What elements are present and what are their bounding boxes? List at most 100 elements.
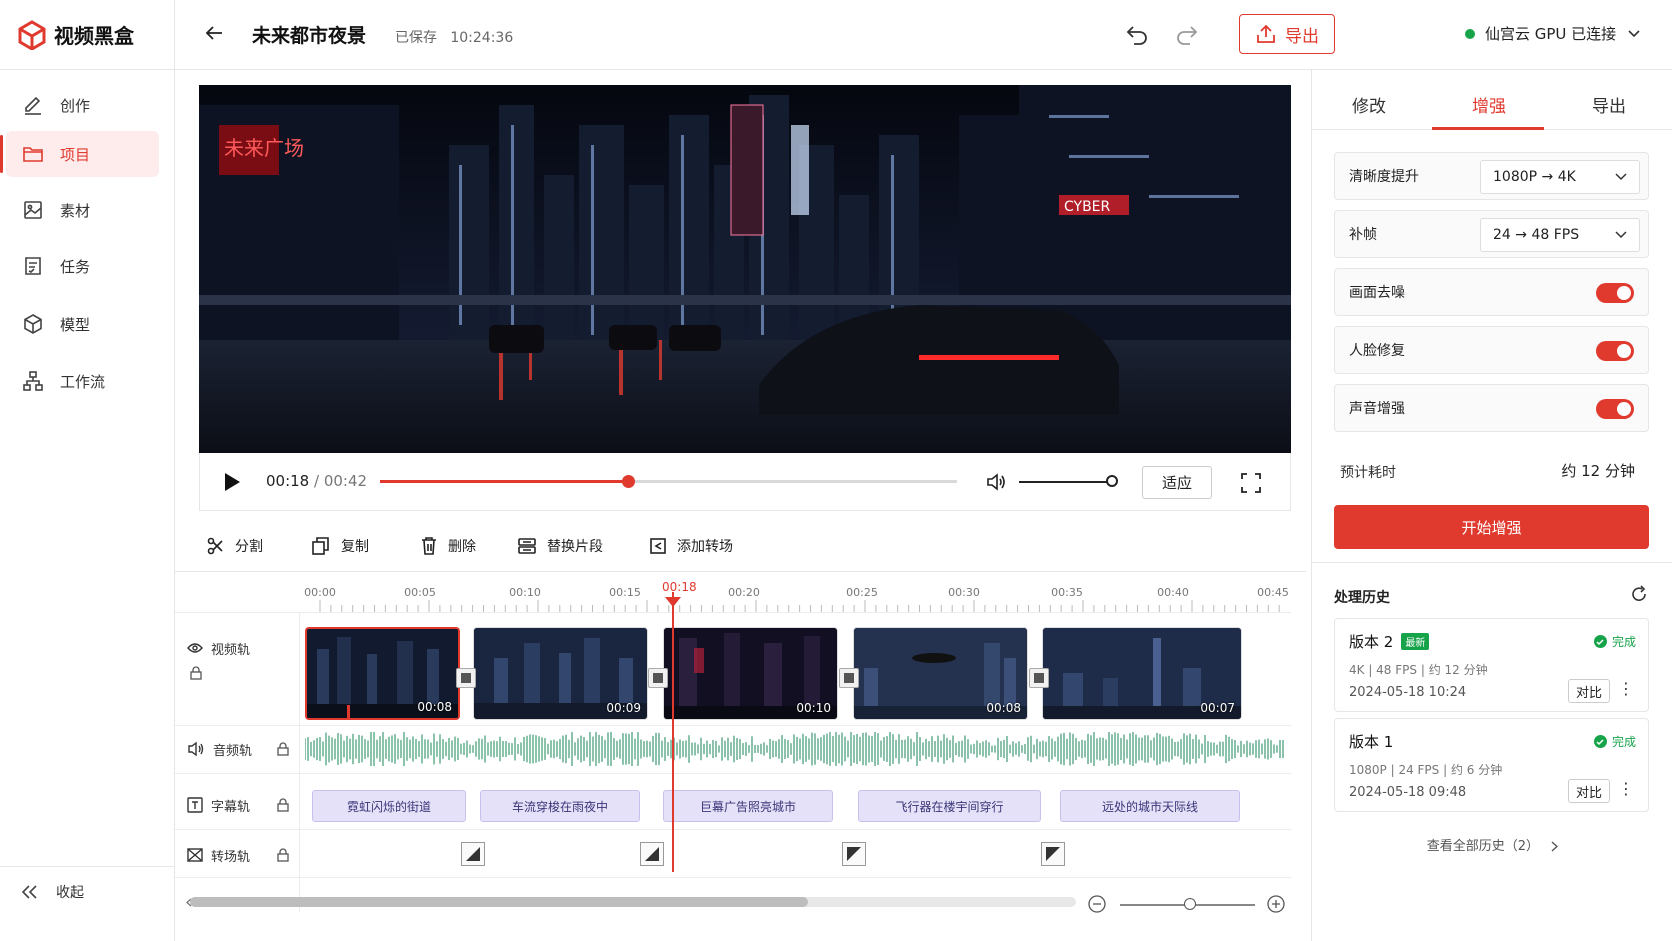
tab-enhance[interactable]: 增强 — [1472, 92, 1506, 117]
eye-icon[interactable] — [187, 642, 203, 654]
version-spec: 1080P | 24 FPS | 约 6 分钟 — [1349, 763, 1503, 777]
sidebar-item-models[interactable]: 模型 — [6, 301, 159, 347]
transition-effect-icon[interactable] — [640, 842, 664, 866]
subtitle-clip[interactable]: 霓虹闪烁的街道 — [312, 790, 466, 822]
frame-interp-select[interactable]: 24 → 48 FPS — [1480, 218, 1640, 252]
video-clip[interactable]: 00:08 — [853, 627, 1028, 720]
chevron-down-icon — [1628, 29, 1640, 37]
transition-track-icon[interactable] — [187, 848, 203, 862]
text-box-icon[interactable] — [187, 797, 203, 813]
subtitle-clip[interactable]: 远处的城市天际线 — [1060, 790, 1240, 822]
more-vertical-icon[interactable]: ⋮ — [1618, 781, 1634, 797]
fit-button[interactable]: 适应 — [1142, 466, 1212, 499]
transition-effect-icon[interactable] — [1041, 842, 1065, 866]
ruler-label: 00:20 — [728, 586, 760, 599]
audio-waveform[interactable] — [305, 732, 1285, 766]
timeline-scrollbar[interactable] — [190, 897, 1076, 907]
volume-icon[interactable] — [985, 471, 1007, 493]
svg-text:CYBER: CYBER — [1064, 199, 1111, 215]
compare-button[interactable]: 对比 — [1568, 679, 1610, 703]
transition-marker[interactable] — [648, 668, 668, 688]
ruler-ticks — [319, 600, 1280, 612]
preview-frame-image: 未来广场 CYBER — [199, 85, 1291, 453]
transition-effect-icon[interactable] — [461, 842, 485, 866]
wipe-icon — [1046, 847, 1060, 861]
video-clip[interactable]: 00:08 — [305, 627, 460, 720]
zoom-in-icon[interactable] — [1267, 895, 1285, 913]
start-enhance-button[interactable]: 开始增强 — [1334, 505, 1649, 549]
more-vertical-icon[interactable]: ⋮ — [1618, 681, 1634, 697]
fullscreen-icon[interactable] — [1240, 472, 1262, 494]
upload-icon — [1257, 24, 1275, 43]
sidebar-item-tasks[interactable]: 任务 — [6, 243, 159, 289]
playhead[interactable] — [672, 592, 674, 872]
collapse-sidebar-button[interactable]: 收起 — [20, 882, 84, 902]
app-root: 视频黑盒 创作 项目 素材 任务 模型 工作流 收起 未来都市夜景 已保存 10… — [0, 0, 1672, 941]
audio-enhance-toggle[interactable] — [1596, 399, 1634, 419]
lock-icon[interactable] — [277, 848, 289, 862]
subtitle-track-label: 字幕轨 — [175, 794, 299, 816]
enhance-panel: 修改 增强 导出 清晰度提升 1080P → 4K 补帧 24 → 48 FPS… — [1311, 70, 1672, 941]
subtitle-clip[interactable]: 飞行器在楼宇间穿行 — [858, 790, 1041, 822]
refresh-icon[interactable] — [1630, 585, 1648, 603]
progress-fill — [380, 480, 629, 483]
redo-icon[interactable] — [1175, 22, 1199, 46]
volume-thumb[interactable] — [1106, 475, 1118, 487]
lock-icon[interactable] — [277, 742, 289, 756]
play-icon[interactable] — [222, 471, 242, 493]
export-button[interactable]: 导出 — [1239, 14, 1335, 54]
video-preview[interactable]: 未来广场 CYBER — [199, 85, 1291, 453]
sidebar-item-projects[interactable]: 项目 — [0, 131, 159, 177]
transition-marker-icon — [844, 673, 854, 683]
video-clip[interactable]: 00:09 — [473, 627, 648, 720]
video-clip[interactable]: 00:10 — [663, 627, 838, 720]
app-logo[interactable]: 视频黑盒 — [0, 0, 174, 70]
scrollbar-thumb[interactable] — [190, 897, 808, 907]
zoom-out-icon[interactable] — [1088, 895, 1106, 913]
back-arrow-icon[interactable] — [203, 22, 225, 44]
edit-toolbar: 分割 复制 删除 替换片段 添加转场 — [175, 520, 1306, 572]
denoise-toggle[interactable] — [1596, 283, 1634, 303]
sidebar-item-create[interactable]: 创作 — [6, 82, 159, 128]
view-all-history-link[interactable]: 查看全部历史（2） — [1312, 835, 1672, 854]
tab-export[interactable]: 导出 — [1592, 92, 1626, 117]
version-name: 版本 2 最新 — [1349, 631, 1430, 652]
zoom-thumb[interactable] — [1184, 898, 1196, 910]
subtitle-clip[interactable]: 车流穿梭在雨夜中 — [480, 790, 640, 822]
progress-thumb[interactable] — [622, 475, 636, 488]
lock-icon[interactable] — [277, 798, 289, 812]
status-badge: 完成 — [1593, 633, 1636, 650]
gpu-connection-status[interactable]: 仙宫云 GPU 已连接 — [1465, 23, 1640, 44]
split-button[interactable]: 分割 — [207, 536, 263, 556]
undo-icon[interactable] — [1125, 22, 1149, 46]
compare-button[interactable]: 对比 — [1568, 779, 1610, 803]
transition-marker[interactable] — [1029, 668, 1049, 688]
speaker-icon[interactable] — [187, 741, 205, 757]
tab-modify[interactable]: 修改 — [1352, 92, 1386, 117]
copy-button[interactable]: 复制 — [311, 536, 369, 556]
face-restore-toggle[interactable] — [1596, 341, 1634, 361]
replace-icon — [518, 537, 536, 554]
panel-tabs: 修改 增强 导出 — [1312, 70, 1672, 130]
sidebar-item-workflow[interactable]: 工作流 — [6, 358, 159, 404]
resolution-select[interactable]: 1080P → 4K — [1480, 160, 1640, 194]
timeline[interactable]: 00:00 00:05 00:10 00:15 00:20 00:25 00:3… — [175, 572, 1306, 941]
replace-clip-button[interactable]: 替换片段 — [517, 536, 603, 556]
estimate-value: 约 12 分钟 — [1561, 462, 1635, 480]
history-version-card[interactable]: 版本 2 最新 完成 4K | 48 FPS | 约 12 分钟 2024-05… — [1334, 618, 1649, 712]
progress-bar[interactable] — [380, 475, 957, 488]
sidebar-item-assets[interactable]: 素材 — [6, 187, 159, 233]
project-title[interactable]: 未来都市夜景 — [252, 21, 366, 48]
lock-icon[interactable] — [190, 666, 202, 680]
subtitle-clip[interactable]: 巨幕广告照亮城市 — [663, 790, 833, 822]
transition-marker[interactable] — [456, 668, 476, 688]
folder-icon — [23, 147, 43, 162]
volume-slider[interactable] — [1019, 481, 1111, 483]
clip-duration: 00:10 — [796, 701, 831, 715]
video-clip[interactable]: 00:07 — [1042, 627, 1242, 720]
transition-marker[interactable] — [839, 668, 859, 688]
transition-effect-icon[interactable] — [842, 842, 866, 866]
delete-button[interactable]: 删除 — [420, 536, 476, 556]
add-transition-button[interactable]: 添加转场 — [649, 536, 733, 556]
history-version-card[interactable]: 版本 1 完成 1080P | 24 FPS | 约 6 分钟 2024-05-… — [1334, 718, 1649, 812]
